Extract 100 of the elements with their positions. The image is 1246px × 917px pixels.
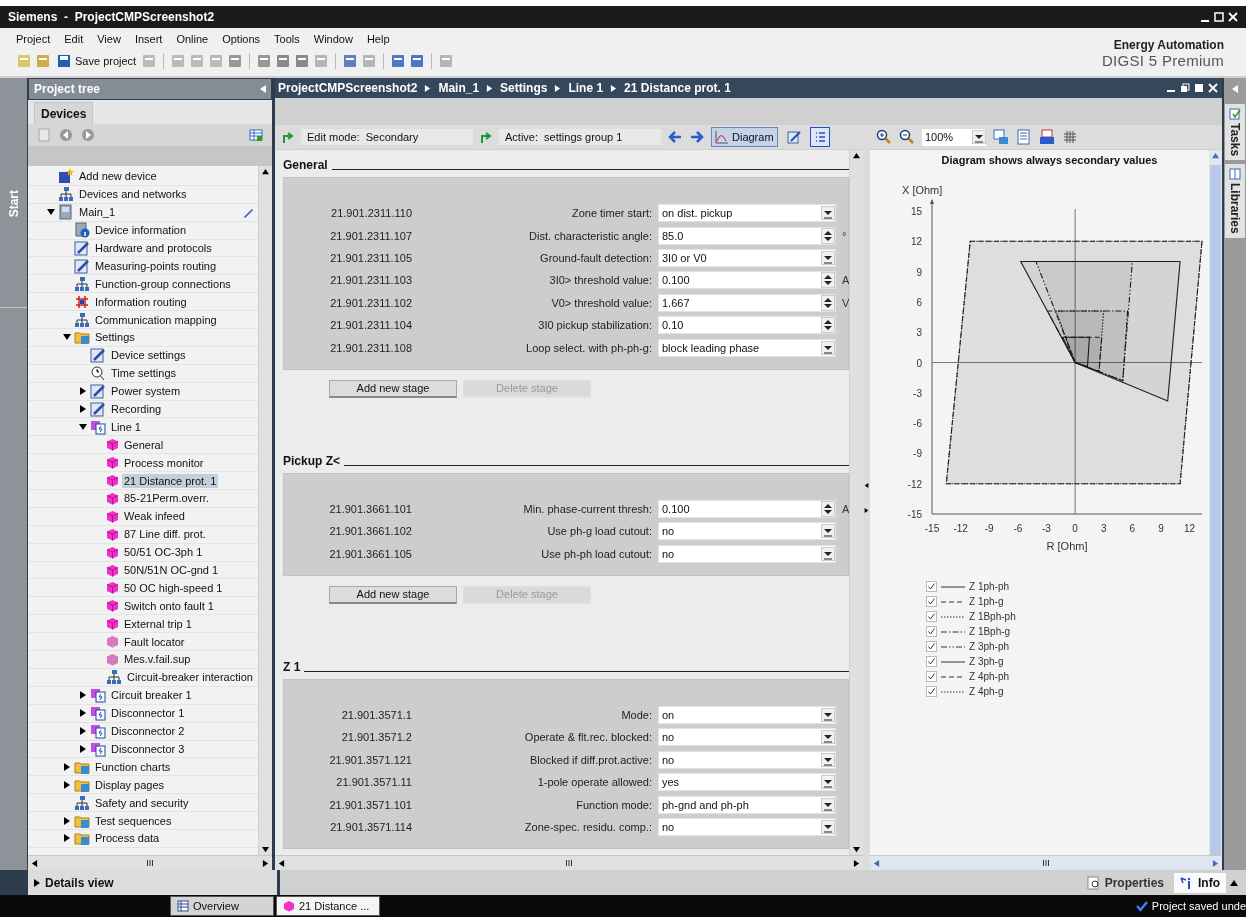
scroll-right-icon[interactable] [853,859,860,867]
forward-arrow-icon[interactable] [689,129,705,145]
breadcrumb-item[interactable]: Main_1 [438,81,480,95]
stage-button[interactable]: Add new stage [329,379,457,398]
number-field[interactable]: 0.10 [658,316,836,335]
tasks-tab[interactable]: Tasks [1225,104,1245,161]
zoom-dropdown[interactable]: 100% [922,128,986,146]
list-view-button[interactable] [809,127,830,147]
forward-icon[interactable] [80,127,96,143]
legend-checkbox[interactable] [926,596,937,607]
tree-item[interactable]: Power system [109,384,183,399]
collapse-arrow-icon[interactable] [259,85,267,93]
tree-item[interactable]: 50/51 OC-3ph 1 [122,545,205,560]
stage-button[interactable]: Add new stage [329,585,457,604]
legend-checkbox[interactable] [926,641,937,652]
tree-item[interactable]: Function charts [93,759,173,774]
devices-tab[interactable]: Devices [34,102,94,124]
dropdown-field[interactable]: 3I0 or V0 [658,248,836,267]
spin-buttons-icon[interactable] [821,294,835,311]
dropdown-field[interactable]: block leading phase [658,338,836,357]
inspector-tab[interactable]: Properties [1080,872,1170,893]
number-field[interactable]: 1.667 [658,293,836,312]
back-arrow-icon[interactable] [667,129,683,145]
dropdown-field[interactable]: no [658,728,836,747]
print-chart-icon[interactable] [1039,129,1055,145]
tree-item[interactable]: Recording [109,402,164,416]
expand-panel-icon[interactable] [1230,878,1238,887]
tree-item[interactable]: General [122,437,166,452]
inspector-tab[interactable]: Info [1174,872,1226,893]
spin-buttons-icon[interactable] [821,500,835,517]
number-field[interactable]: 0.100 [658,271,836,290]
diagram-button[interactable]: Diagram [711,127,778,147]
dropdown-field[interactable]: on dist. pickup [658,204,836,223]
expand-arrow-icon[interactable] [79,405,87,413]
legend-checkbox[interactable] [926,656,937,667]
spin-buttons-icon[interactable] [821,227,835,244]
number-field[interactable]: 0.100 [658,499,836,518]
menu-item[interactable]: View [97,33,121,45]
tree-item[interactable]: Add new device [77,169,159,184]
spin-buttons-icon[interactable] [821,272,835,289]
menu-item[interactable]: Online [176,33,209,45]
scrollbar[interactable] [28,855,272,870]
tree-item[interactable]: Process monitor [122,455,206,470]
legend-checkbox[interactable] [926,671,937,682]
tree-item[interactable]: 50N/51N OC-gnd 1 [122,563,221,578]
breadcrumb-item[interactable]: Settings [500,81,548,95]
legend-checkbox[interactable] [926,611,937,622]
tree-item[interactable]: Measuring-points routing [93,258,219,273]
breadcrumb-item[interactable]: ProjectCMPScreenshot2 [278,81,418,95]
details-view-header[interactable]: Details view [45,875,114,890]
close-icon[interactable] [1208,83,1218,93]
tree-item[interactable]: Main_1 [77,205,118,220]
tree-item[interactable]: Device information [93,223,189,238]
tree-item[interactable]: Circuit breaker 1 [109,688,194,703]
dropdown-field[interactable]: on [658,706,836,725]
tree-item[interactable]: Display pages [93,777,167,792]
menu-item[interactable]: Help [366,33,390,45]
menu-item[interactable]: Insert [134,33,163,45]
legend-checkbox[interactable] [926,686,937,697]
scroll-up-icon[interactable] [262,168,269,175]
tree-item[interactable]: Communication mapping [93,312,219,327]
splitter-arrow-icon[interactable] [864,507,869,513]
collapse-arrow-icon[interactable] [1231,85,1239,93]
scroll-right-icon[interactable] [262,859,269,867]
menu-item[interactable]: Tools [274,33,300,45]
expand-arrow-icon[interactable] [63,333,71,342]
expand-arrow-icon[interactable] [47,208,55,217]
tree-item[interactable]: 87 Line diff. prot. [122,527,208,542]
tree-item[interactable]: Weak infeed [122,509,187,524]
dropdown-field[interactable]: no [658,544,836,563]
export-chart-icon[interactable] [993,129,1009,145]
breadcrumb-item[interactable]: 21 Distance prot. 1 [624,81,731,95]
menu-item[interactable]: Project [16,33,51,45]
dropdown-field[interactable]: yes [658,773,836,792]
tree-item[interactable]: Disconnector 2 [109,724,187,739]
expand-arrow-icon[interactable] [33,878,41,887]
restore-icon[interactable] [1180,83,1190,93]
tree-item[interactable]: Hardware and protocols [93,241,214,255]
scrollbar[interactable] [258,166,272,855]
maximize-icon[interactable] [1194,83,1204,93]
menu-item[interactable]: Options [222,33,261,45]
zoom-in-icon[interactable] [876,129,892,145]
tree-item[interactable]: Test sequences [93,813,174,828]
back-icon[interactable] [58,127,74,143]
tree-item[interactable]: Fault locator [122,634,187,649]
scroll-down-icon[interactable] [853,846,860,853]
grid-icon[interactable] [1062,129,1078,145]
tree-item[interactable]: Device settings [109,348,188,363]
tree-item[interactable]: Devices and networks [77,187,189,202]
zoom-out-icon[interactable] [899,129,915,145]
spin-buttons-icon[interactable] [821,317,835,334]
tree-item[interactable]: Function-group connections [93,276,233,291]
libraries-tab[interactable]: Libraries [1225,164,1245,238]
tree-item[interactable]: Settings [93,330,137,345]
scrollbar[interactable] [1209,150,1222,855]
tree-item[interactable]: Line 1 [109,419,143,434]
maximize-icon[interactable] [1214,12,1224,22]
table-view-icon[interactable] [248,127,264,143]
breadcrumb-item[interactable]: Line 1 [568,81,604,95]
tree-item[interactable]: Switch onto fault 1 [122,598,216,613]
